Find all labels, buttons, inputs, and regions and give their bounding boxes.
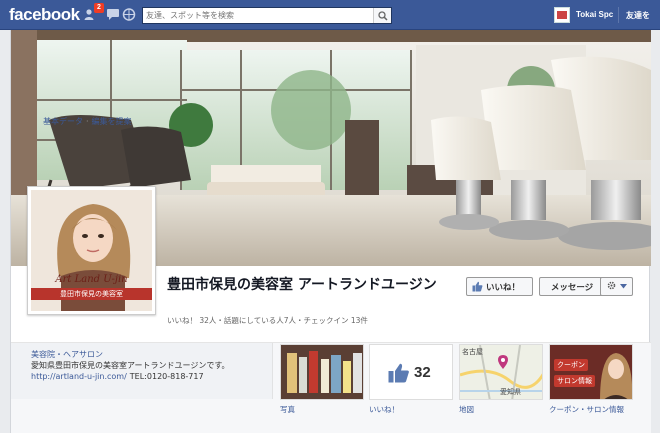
website-link[interactable]: http://artland-u-jin.com/ — [31, 372, 127, 381]
search-box — [142, 7, 392, 24]
like-page-button[interactable]: いいね！ — [466, 277, 533, 296]
like-button-label: いいね！ — [486, 282, 521, 293]
salon-info-tag: サロン情報 — [554, 375, 595, 387]
profile-logo-text: Art Land U-jin — [55, 274, 128, 285]
coupon-info-label: クーポン・サロン情報 — [549, 405, 624, 414]
thumbs-up-icon — [472, 281, 483, 292]
likes-label: いいね！ — [369, 405, 399, 414]
about-section: 美容院・ヘアサロン 愛知県豊田市保見の美容室アートランドユージンです。 http… — [11, 343, 273, 399]
map-city-label: 名古屋 — [462, 348, 483, 356]
search-input[interactable] — [146, 8, 371, 23]
app-coupon-info[interactable]: クーポン サロン情報 クーポン・サロン情報 — [549, 342, 633, 428]
gear-icon — [607, 281, 616, 293]
app-photos[interactable]: 写真 — [280, 342, 364, 428]
search-icon — [378, 11, 388, 21]
phone-number: TEL:0120-818-717 — [129, 372, 204, 381]
coupon-tag: クーポン — [554, 359, 588, 371]
user-avatar[interactable] — [554, 7, 570, 23]
app-likes[interactable]: 32 いいね！ — [369, 342, 453, 428]
map-thumbnail: 名古屋 愛知県 — [459, 344, 543, 400]
page-main-column: Art Land U-jin 豊田市保見の美容室 豊田市保見の美容室 アートラン… — [10, 30, 651, 433]
map-label: 地図 — [459, 405, 474, 414]
messages-icon[interactable] — [106, 8, 120, 21]
page-category[interactable]: 美容院・ヘアサロン — [31, 349, 272, 360]
map-region-label: 愛知県 — [500, 388, 521, 396]
search-button[interactable] — [373, 8, 391, 23]
user-name-link[interactable]: Tokai Spc — [576, 10, 613, 19]
nav-divider — [618, 7, 619, 23]
page-stats: いいね！ 32人・話題にしている人7人・チェックイン 13件 — [167, 316, 368, 325]
separator: · — [86, 117, 89, 126]
page-description: 愛知県豊田市保見の美容室アートランドユージンです。 — [31, 361, 230, 370]
photos-label: 写真 — [280, 405, 295, 414]
about-links: 基本データ · 編集を提案 — [43, 116, 132, 127]
message-button[interactable]: メッセージ — [539, 277, 605, 296]
app-map[interactable]: 名古屋 愛知県 地図 — [459, 342, 543, 428]
edit-suggest-link[interactable]: 編集を提案 — [92, 117, 132, 126]
likes-thumbnail: 32 — [369, 344, 453, 400]
thumbs-up-icon — [388, 363, 410, 386]
basic-data-link[interactable]: 基本データ — [43, 117, 83, 126]
facebook-logo[interactable]: facebook — [9, 5, 80, 25]
map-pin-icon — [498, 355, 508, 372]
chevron-down-icon — [619, 282, 627, 292]
notifications-globe-icon[interactable] — [122, 8, 136, 21]
page-title[interactable]: 豊田市保見の美容室 アートランドユージン — [167, 276, 457, 295]
profile-image: Art Land U-jin 豊田市保見の美容室 — [31, 190, 152, 311]
photos-thumbnail — [280, 344, 364, 400]
coupon-thumbnail: クーポン サロン情報 — [549, 344, 633, 400]
notification-badge: 2 — [94, 3, 104, 13]
page-settings-dropdown[interactable] — [600, 277, 633, 296]
likes-count: 32 — [414, 364, 431, 381]
profile-picture[interactable]: Art Land U-jin 豊田市保見の美容室 — [27, 186, 156, 315]
profile-subtitle: 豊田市保見の美容室 — [31, 288, 152, 300]
top-navigation-bar: facebook 2 Tokai Spc 友達を — [0, 0, 660, 30]
message-button-label: メッセージ — [550, 282, 594, 293]
contact-line: http://artland-u-jin.com/TEL:0120-818-71… — [31, 371, 272, 382]
find-friends-link[interactable]: 友達を — [626, 10, 650, 21]
